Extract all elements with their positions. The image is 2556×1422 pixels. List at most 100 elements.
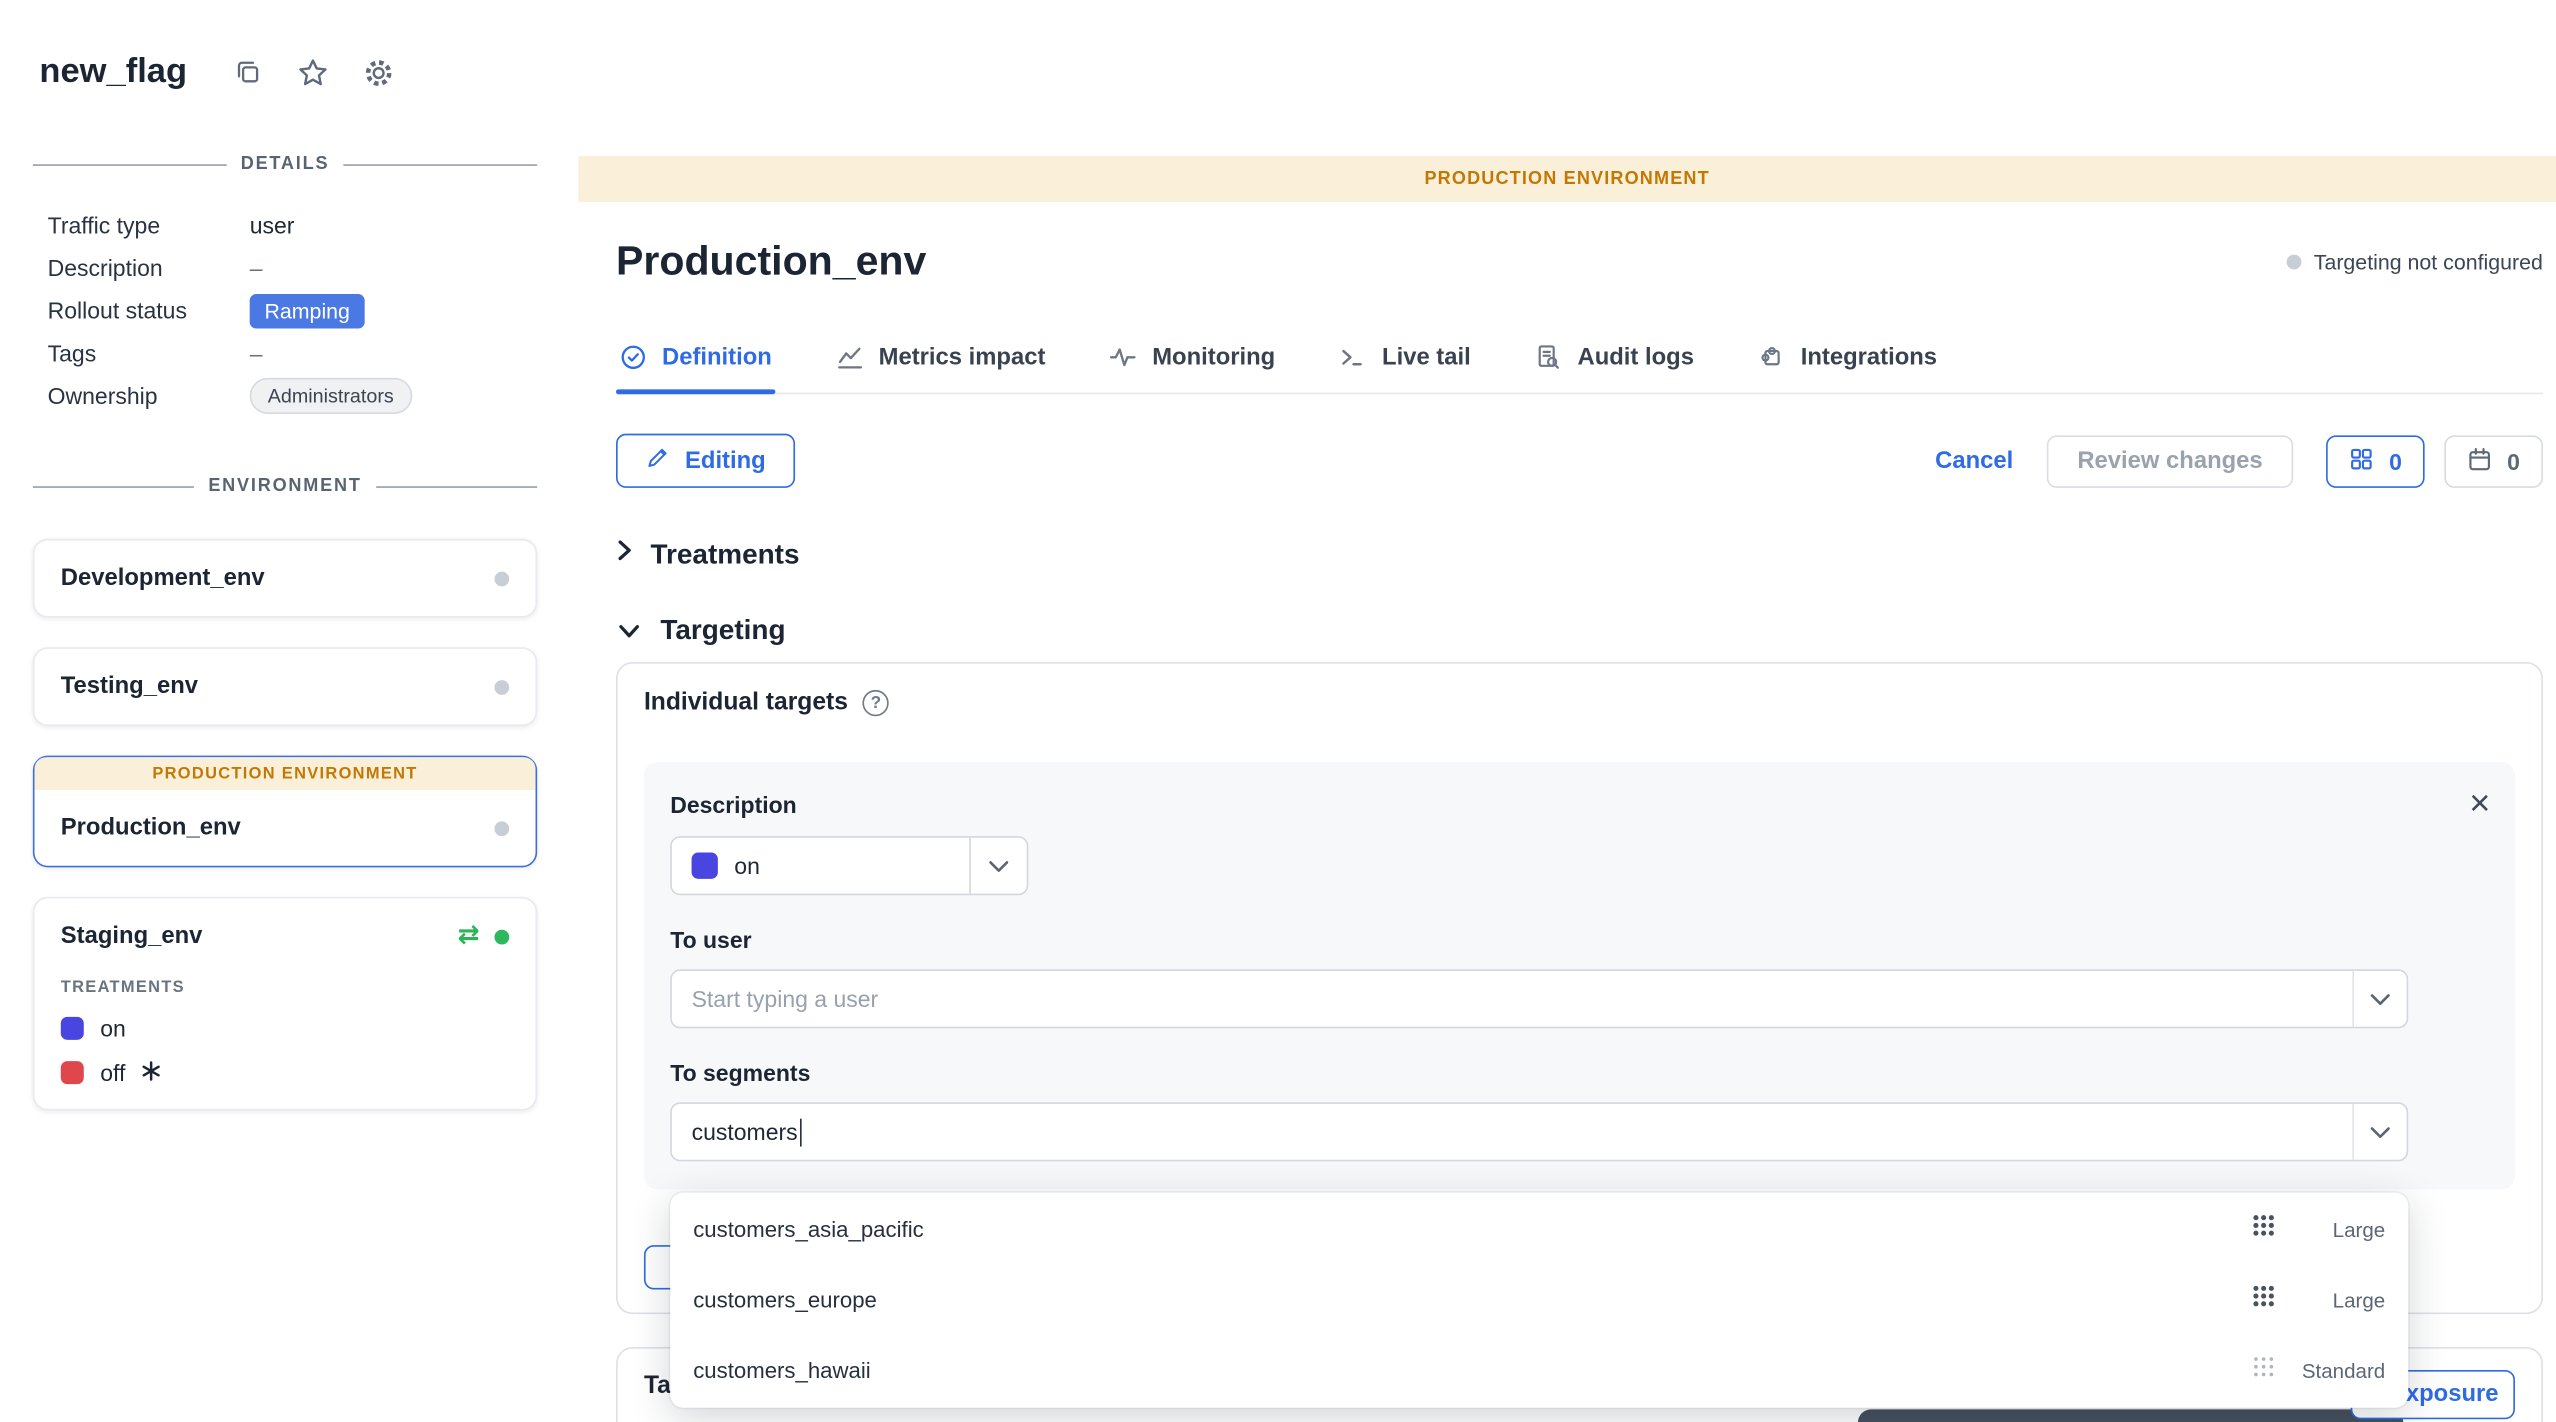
env-card-production[interactable]: PRODUCTION ENVIRONMENT Production_env	[33, 756, 537, 868]
grid-solid-icon	[2252, 1285, 2275, 1316]
copy-icon[interactable]	[233, 57, 263, 87]
grid-dotted-icon	[2252, 1355, 2275, 1386]
close-icon[interactable]: ×	[2469, 785, 2490, 821]
question-icon[interactable]: ?	[863, 689, 889, 715]
divider	[33, 485, 194, 487]
individual-targets-heading: Individual targets	[644, 688, 848, 716]
detail-value: Administrators	[250, 378, 537, 414]
details-list: Traffic type user Description – Rollout …	[33, 204, 537, 418]
env-name: Testing_env	[61, 674, 198, 700]
section-targeting[interactable]: Targeting	[616, 614, 2543, 647]
section-treatments[interactable]: Treatments	[616, 537, 2543, 571]
schedule-count: 0	[2507, 448, 2520, 474]
tab-live-tail[interactable]: Live tail	[1336, 329, 1474, 393]
detail-row-tags: Tags –	[33, 332, 537, 375]
text-caret	[799, 1118, 801, 1146]
tab-label: Live tail	[1382, 344, 1471, 370]
treatment-on: on	[61, 1015, 509, 1041]
segments-input[interactable]: customers	[670, 1102, 2408, 1161]
cancel-button[interactable]: Cancel	[1935, 448, 2013, 474]
tab-definition[interactable]: Definition	[616, 329, 775, 393]
detail-label: Description	[48, 255, 250, 281]
detail-label: Tags	[48, 340, 250, 366]
section-label: Targeting	[660, 614, 785, 647]
detail-label: Ownership	[48, 383, 250, 409]
segment-option-asia-pacific[interactable]: customers_asia_pacific Large	[670, 1194, 2408, 1265]
tab-integrations[interactable]: Integrations	[1755, 329, 1941, 393]
segment-option-hawaii[interactable]: customers_hawaii Standard	[670, 1336, 2408, 1407]
segment-dropdown: customers_asia_pacific Large customers_e…	[670, 1193, 2408, 1408]
env-name: Production_env	[61, 815, 241, 841]
env-card-development[interactable]: Development_env	[33, 539, 537, 618]
page-title: Production_env	[616, 238, 926, 286]
to-segments-label: To segments	[670, 1060, 2488, 1086]
integrations-icon	[1758, 343, 1786, 371]
detail-row-traffic-type: Traffic type user	[33, 204, 537, 247]
schedule-count-button[interactable]: 0	[2445, 434, 2543, 487]
rules-count: 0	[2389, 448, 2402, 474]
detail-value: –	[250, 255, 537, 281]
editing-label: Editing	[685, 448, 766, 474]
description-label: Description	[670, 792, 2488, 818]
status-dot	[494, 679, 509, 694]
target-rule-panel: × Description on To user Start typing a …	[644, 762, 2515, 1189]
star-icon[interactable]	[297, 57, 328, 88]
env-card-testing[interactable]: Testing_env	[33, 647, 537, 726]
user-input[interactable]: Start typing a user	[670, 969, 2408, 1028]
treatment-select[interactable]: on	[670, 836, 1028, 895]
partial-dark-element	[1858, 1409, 2403, 1422]
targeting-status: Targeting not configured	[2286, 250, 2543, 275]
chevron-down-icon	[969, 838, 1026, 894]
detail-row-rollout-status: Rollout status Ramping	[33, 289, 537, 332]
section-label: Treatments	[651, 538, 800, 571]
ownership-pill[interactable]: Administrators	[250, 378, 412, 414]
pencil-icon	[646, 445, 671, 476]
segment-option-europe[interactable]: customers_europe Large	[670, 1265, 2408, 1336]
tab-metrics-impact[interactable]: Metrics impact	[833, 329, 1049, 393]
treatment-color-red	[61, 1061, 84, 1084]
edit-toolbar: Editing Cancel Review changes 0 0	[616, 434, 2543, 488]
tab-label: Audit logs	[1578, 344, 1694, 370]
status-dot	[2286, 255, 2301, 270]
individual-targets-card: Individual targets ? × Description on To…	[616, 662, 2543, 1314]
segment-size-label: Standard	[2296, 1359, 2385, 1382]
segment-name: customers_europe	[693, 1288, 877, 1313]
tab-audit-logs[interactable]: Audit logs	[1532, 329, 1698, 393]
segments-input-value: customers	[692, 1119, 798, 1145]
metrics-icon	[836, 343, 864, 371]
segment-size-label: Large	[2296, 1218, 2385, 1241]
tab-monitoring[interactable]: Monitoring	[1106, 329, 1278, 393]
gear-icon[interactable]	[363, 57, 394, 88]
live-tail-icon	[1339, 343, 1367, 371]
env-name: Staging_env	[61, 923, 203, 949]
grid-solid-icon	[2252, 1214, 2275, 1245]
targeting-status-label: Targeting not configured	[2314, 250, 2543, 275]
environment-heading: ENVIRONMENT	[33, 476, 537, 496]
asterisk-icon	[142, 1060, 162, 1086]
divider	[33, 163, 226, 165]
tab-bar: Definition Metrics impact Monitoring Liv…	[616, 329, 2543, 395]
treatments-heading: TREATMENTS	[61, 979, 509, 997]
app-window: new_flag DETAILS Traffic type user	[0, 0, 2556, 1422]
tab-label: Integrations	[1801, 344, 1937, 370]
review-changes-button[interactable]: Review changes	[2046, 434, 2294, 487]
definition-icon	[619, 343, 647, 371]
environment-list: Development_env Testing_env PRODUCTION E…	[33, 539, 537, 1111]
treatment-color-blue	[61, 1017, 84, 1040]
environment-heading-label: ENVIRONMENT	[208, 476, 361, 496]
grid-2x2-icon	[2350, 446, 2375, 476]
chevron-down-icon[interactable]	[2352, 1104, 2406, 1160]
user-input-placeholder: Start typing a user	[692, 986, 879, 1012]
rules-count-button[interactable]: 0	[2327, 434, 2425, 487]
top-header: new_flag	[0, 0, 2556, 145]
editing-button[interactable]: Editing	[616, 434, 795, 488]
flag-title: new_flag	[39, 53, 187, 92]
detail-label: Traffic type	[48, 212, 250, 238]
chevron-down-icon[interactable]	[2352, 971, 2406, 1027]
detail-value: Ramping	[250, 293, 537, 327]
environment-banner: PRODUCTION ENVIRONMENT	[578, 156, 2556, 202]
env-card-staging[interactable]: Staging_env ⇄ TREATMENTS on off	[33, 897, 537, 1111]
segment-size-label: Large	[2296, 1289, 2385, 1312]
production-banner: PRODUCTION ENVIRONMENT	[34, 757, 535, 790]
status-badge: Ramping	[250, 293, 365, 327]
